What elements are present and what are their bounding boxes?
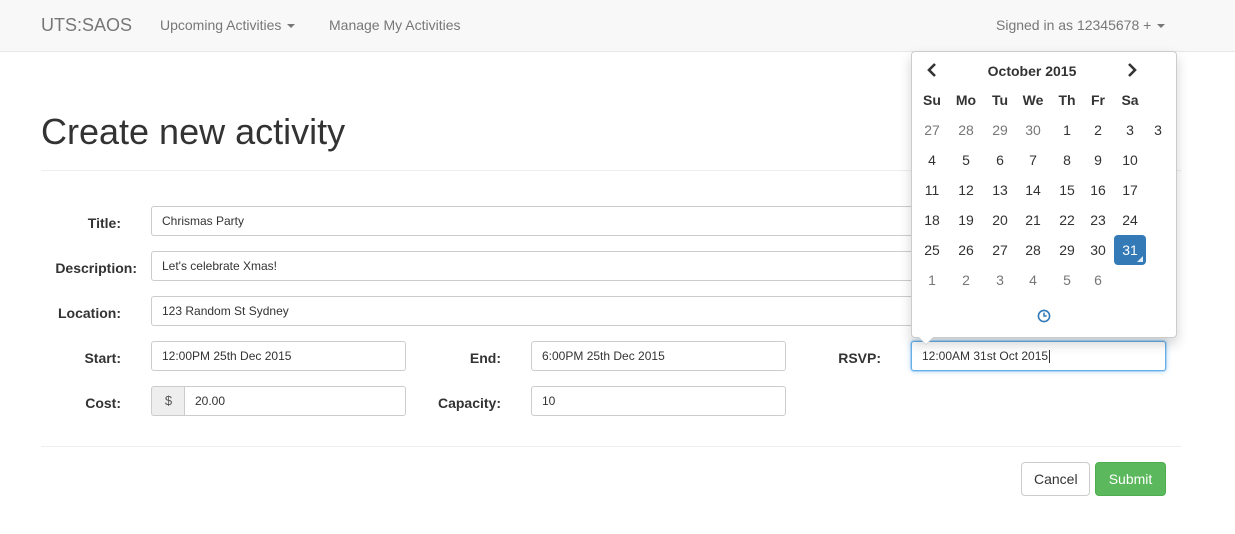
day-cell[interactable]: 15: [1051, 175, 1083, 205]
day-cell[interactable]: 16: [1082, 175, 1114, 205]
weekday-header: Mo: [955, 92, 977, 108]
day-cell[interactable]: 19: [950, 205, 982, 235]
day-cell[interactable]: 4: [1017, 265, 1049, 295]
day-cell[interactable]: 17: [1114, 175, 1146, 205]
weekday-header: Sa: [1121, 92, 1139, 108]
day-cell[interactable]: 12: [950, 175, 982, 205]
caret-down-icon: [287, 24, 296, 29]
chevron-right-icon: [1128, 63, 1137, 77]
nav-manage-activities[interactable]: Manage My Activities: [329, 17, 461, 33]
rsvp-label: RSVP:: [838, 350, 881, 366]
day-cell[interactable]: 26: [950, 235, 982, 265]
cost-label: Cost:: [85, 395, 121, 411]
weekday-header: Tu: [991, 92, 1009, 108]
capacity-input[interactable]: 10: [531, 386, 786, 416]
location-label: Location:: [58, 305, 121, 321]
day-cell[interactable]: 13: [984, 175, 1016, 205]
title-label: Title:: [87, 215, 121, 231]
day-cell[interactable]: 25: [916, 235, 948, 265]
cost-input[interactable]: 20.00: [184, 386, 406, 416]
text-cursor: [1049, 350, 1051, 364]
chevron-left-icon: [927, 63, 936, 77]
day-cell[interactable]: 29: [1051, 235, 1083, 265]
brand-link[interactable]: UTS:SAOS: [41, 15, 132, 36]
datepicker-popup: October 2015 Su Mo Tu We Th Fr Sa 27 28 29 30 1 2 3 4 5…: [911, 51, 1177, 345]
day-cell[interactable]: 6: [1082, 265, 1114, 295]
weekday-header: Fr: [1091, 92, 1105, 108]
day-cell[interactable]: 29: [984, 115, 1016, 145]
start-label: Start:: [84, 350, 121, 366]
day-cell[interactable]: 11: [916, 175, 948, 205]
capacity-label: Capacity:: [437, 395, 501, 411]
day-cell[interactable]: 28: [1017, 235, 1049, 265]
weekday-header: Su: [923, 92, 941, 108]
day-cell[interactable]: 22: [1051, 205, 1083, 235]
rsvp-input[interactable]: 12:00AM 31st Oct 2015: [911, 341, 1166, 371]
datepicker-month-title[interactable]: October 2015: [972, 62, 1092, 80]
datepicker-arrow-inner: [919, 337, 933, 344]
day-cell[interactable]: 10: [1114, 145, 1146, 175]
day-cell[interactable]: 4: [916, 145, 948, 175]
form-divider: [41, 446, 1181, 447]
day-cell[interactable]: 9: [1082, 145, 1114, 175]
day-cell[interactable]: 5: [950, 145, 982, 175]
navbar: UTS:SAOS Upcoming Activities Manage My A…: [0, 0, 1235, 52]
nav-upcoming-activities[interactable]: Upcoming Activities: [160, 17, 296, 33]
submit-button[interactable]: Submit: [1095, 462, 1166, 496]
nav-upcoming-label: Upcoming Activities: [160, 17, 282, 33]
day-cell[interactable]: 3: [1114, 115, 1146, 145]
page-title: Create new activity: [41, 111, 346, 152]
day-cell[interactable]: 27: [916, 115, 948, 145]
day-cell[interactable]: 5: [1051, 265, 1083, 295]
day-cell[interactable]: 30: [1082, 235, 1114, 265]
prev-month-button[interactable]: [920, 61, 944, 81]
weekday-header: We: [1022, 92, 1044, 108]
day-cell[interactable]: 7: [1017, 145, 1049, 175]
day-cell[interactable]: 30: [1017, 115, 1049, 145]
day-cell[interactable]: 18: [916, 205, 948, 235]
nav-user-menu[interactable]: Signed in as 12345678 +: [996, 17, 1166, 33]
day-cell[interactable]: 23: [1082, 205, 1114, 235]
day-cell[interactable]: 20: [984, 205, 1016, 235]
description-label: Description:: [55, 260, 137, 276]
caret-down-icon: [1157, 24, 1166, 29]
day-cell[interactable]: 2: [950, 265, 982, 295]
day-cell[interactable]: 14: [1017, 175, 1049, 205]
signed-in-label: Signed in as 12345678 +: [996, 17, 1152, 33]
next-month-button[interactable]: [1120, 61, 1144, 81]
datepicker-extra-day: 3: [1154, 122, 1162, 138]
day-cell[interactable]: 27: [984, 235, 1016, 265]
start-input[interactable]: 12:00PM 25th Dec 2015: [151, 341, 406, 371]
dollar-addon: $: [151, 386, 185, 416]
end-label: End:: [469, 350, 501, 366]
day-cell[interactable]: 24: [1114, 205, 1146, 235]
day-cell[interactable]: 3: [984, 265, 1016, 295]
day-cell[interactable]: 8: [1051, 145, 1083, 175]
day-cell[interactable]: 1: [1051, 115, 1083, 145]
day-cell-selected[interactable]: 31: [1114, 235, 1146, 265]
day-cell[interactable]: 2: [1082, 115, 1114, 145]
day-cell[interactable]: 1: [916, 265, 948, 295]
day-cell[interactable]: 6: [984, 145, 1016, 175]
end-input[interactable]: 6:00PM 25th Dec 2015: [531, 341, 786, 371]
day-cell[interactable]: 28: [950, 115, 982, 145]
clock-icon[interactable]: [1037, 309, 1051, 323]
day-cell[interactable]: 21: [1017, 205, 1049, 235]
weekday-header: Th: [1058, 92, 1076, 108]
rsvp-value: 12:00AM 31st Oct 2015: [922, 349, 1049, 363]
cancel-button[interactable]: Cancel: [1021, 462, 1090, 496]
